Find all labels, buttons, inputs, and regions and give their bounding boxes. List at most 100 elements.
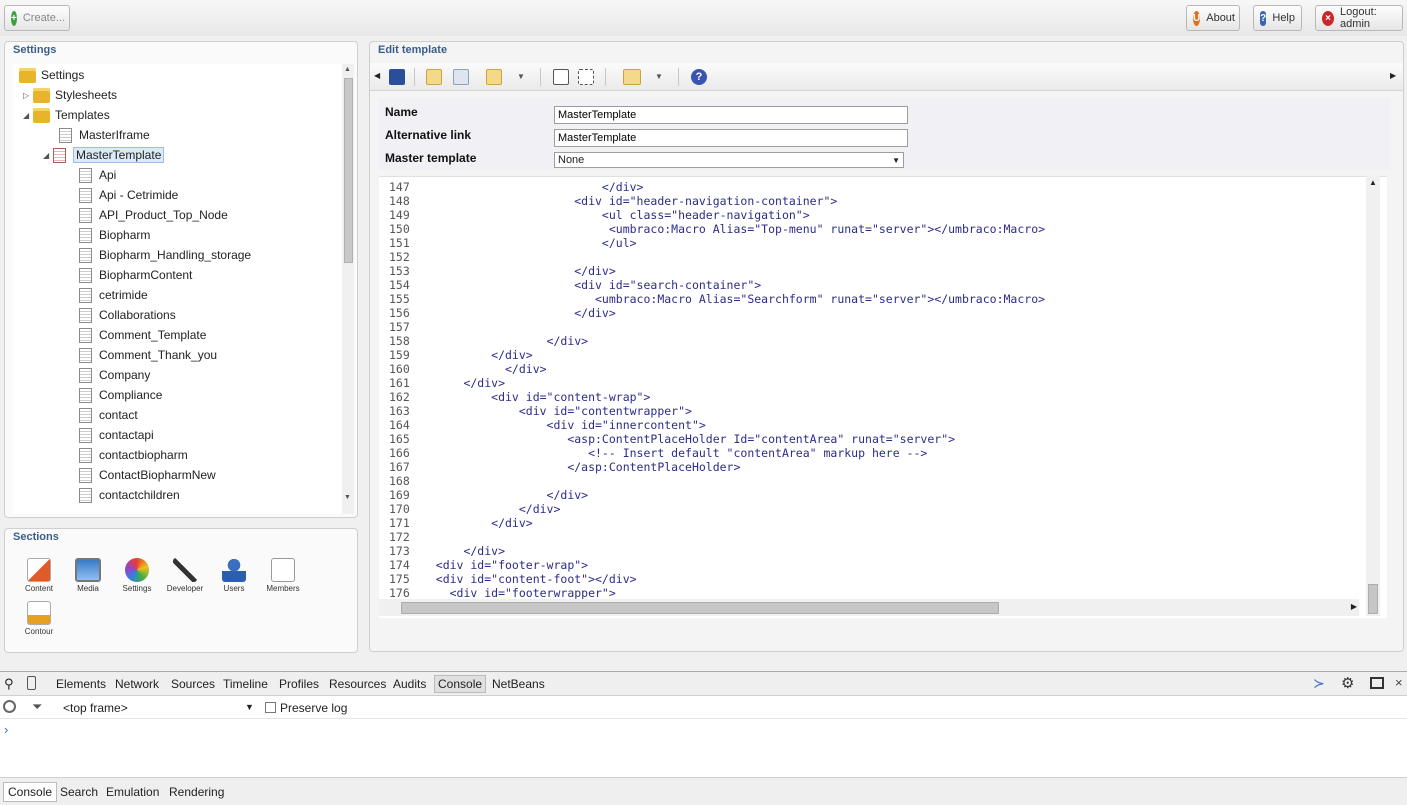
code-line[interactable]: 163 <div id="contentwrapper"> <box>379 404 692 418</box>
vertical-scrollbar-thumb[interactable] <box>1368 584 1378 614</box>
gear-icon[interactable]: ⚙ <box>1341 674 1354 692</box>
tab-sources[interactable]: Sources <box>171 677 215 691</box>
code-line[interactable]: 170 </div> <box>379 502 560 516</box>
insert-field-icon[interactable] <box>426 69 442 85</box>
collapse-arrow-icon[interactable]: ◢ <box>23 111 33 120</box>
code-line[interactable]: 173 </div> <box>379 544 505 558</box>
console-drawer-icon[interactable]: ≻ <box>1313 675 1325 692</box>
code-line[interactable]: 154 <div id="search-container"> <box>379 278 761 292</box>
code-line[interactable]: 165 <asp:ContentPlaceHolder Id="contentA… <box>379 432 955 446</box>
alt-link-field[interactable] <box>554 129 908 147</box>
section-content[interactable]: Content <box>19 558 59 593</box>
code-line[interactable]: 159 </div> <box>379 348 533 362</box>
frame-select[interactable]: <top frame> <box>63 701 128 715</box>
section-media[interactable]: Media <box>68 558 108 593</box>
tree-item-template[interactable]: contactapi <box>79 425 154 445</box>
code-line[interactable]: 169 </div> <box>379 488 588 502</box>
drawer-tab-search[interactable]: Search <box>60 785 98 799</box>
tree-item-template[interactable]: Biopharm <box>79 225 150 245</box>
tree-item-template[interactable]: Collaborations <box>79 305 176 325</box>
tree-item-templates[interactable]: ◢ Templates <box>23 105 110 125</box>
insert-placeholder-icon[interactable] <box>453 69 469 85</box>
dropdown-arrow-icon[interactable]: ▼ <box>655 72 663 81</box>
section-members[interactable]: Members <box>263 558 303 593</box>
tree-item-template[interactable]: Company <box>79 365 150 385</box>
help-icon[interactable]: ? <box>691 69 707 85</box>
console-prompt[interactable]: › <box>4 722 8 737</box>
tab-resources[interactable]: Resources <box>329 677 386 691</box>
code-line[interactable]: 161 </div> <box>379 376 505 390</box>
tab-audits[interactable]: Audits <box>393 677 426 691</box>
tree-item-template[interactable]: contactbiopharm <box>79 445 188 465</box>
tree-item-template[interactable]: cetrimide <box>79 285 148 305</box>
about-button[interactable]: U About <box>1186 5 1240 31</box>
drawer-tab-rendering[interactable]: Rendering <box>169 785 224 799</box>
code-horizontal-scrollbar[interactable]: ▶ <box>379 599 1359 616</box>
insert-snippet-icon[interactable] <box>623 69 641 85</box>
collapse-arrow-icon[interactable]: ◢ <box>43 151 53 160</box>
code-line[interactable]: 166 <!-- Insert default "contentArea" ma… <box>379 446 927 460</box>
code-line[interactable]: 162 <div id="content-wrap"> <box>379 390 650 404</box>
expand-arrow-icon[interactable]: ▷ <box>23 91 33 100</box>
section-settings[interactable]: Settings <box>117 558 157 593</box>
code-vertical-scrollbar[interactable]: ▲ <box>1366 176 1380 616</box>
search-icon[interactable]: ⚲ <box>4 676 14 692</box>
tree-item-template[interactable]: Api <box>79 165 116 185</box>
toolbar-left-arrow-icon[interactable]: ◀ <box>374 71 380 80</box>
scroll-down-icon[interactable]: ▼ <box>344 494 351 501</box>
tree-item-template[interactable]: Comment_Thank_you <box>79 345 217 365</box>
clear-console-icon[interactable] <box>3 700 16 713</box>
section-users[interactable]: Users <box>214 558 254 593</box>
create-button[interactable]: + Create... <box>4 5 70 31</box>
tree-item-template[interactable]: Biopharm_Handling_storage <box>79 245 251 265</box>
insert-macro-icon[interactable] <box>486 69 502 85</box>
device-mode-icon[interactable] <box>27 676 36 690</box>
tree-scrollbar[interactable]: ▲ ▼ <box>342 64 354 514</box>
code-line[interactable]: 156 </div> <box>379 306 616 320</box>
help-button[interactable]: ? Help <box>1253 5 1302 31</box>
drawer-tab-console[interactable]: Console <box>3 782 58 802</box>
tab-timeline[interactable]: Timeline <box>223 677 268 691</box>
code-line[interactable]: 149 <ul class="header-navigation"> <box>379 208 810 222</box>
tree-scrollbar-thumb[interactable] <box>344 78 353 263</box>
code-line[interactable]: 174 <div id="footer-wrap"> <box>379 558 588 572</box>
tree-item-template[interactable]: Comment_Template <box>79 325 206 345</box>
tree-item-masteriframe[interactable]: MasterIframe <box>59 125 150 145</box>
tree-item-settings[interactable]: Settings <box>19 65 84 85</box>
scroll-right-icon[interactable]: ▶ <box>1351 602 1357 611</box>
insert-content-placeholder-icon[interactable] <box>578 69 594 85</box>
section-contour[interactable]: Contour <box>19 601 59 636</box>
tree-item-template[interactable]: contact <box>79 405 138 425</box>
tab-console[interactable]: Console <box>434 675 487 693</box>
logout-button[interactable]: × Logout: admin <box>1315 5 1403 31</box>
tree-item-template[interactable]: Api - Cetrimide <box>79 185 178 205</box>
tree-item-mastertemplate[interactable]: ◢ MasterTemplate <box>43 145 165 165</box>
tree-item-template[interactable]: ContactBiopharmNew <box>79 465 216 485</box>
code-line[interactable]: 171 </div> <box>379 516 533 530</box>
toolbar-right-arrow-icon[interactable]: ▶ <box>1390 71 1396 80</box>
tree-item-template[interactable]: contactchildren <box>79 485 180 505</box>
save-icon[interactable] <box>389 69 405 85</box>
code-line[interactable]: 157 <box>379 320 415 334</box>
code-editor[interactable]: 147 </div> 148 <div id="header-navigation… <box>379 176 1387 618</box>
tree-item-stylesheets[interactable]: ▷ Stylesheets <box>23 85 117 105</box>
tree-item-template[interactable]: Compliance <box>79 385 162 405</box>
code-line[interactable]: 158 </div> <box>379 334 588 348</box>
code-line[interactable]: 168 <box>379 474 415 488</box>
code-line[interactable]: 176 <div id="footerwrapper"> <box>379 586 616 600</box>
insert-content-area-icon[interactable] <box>553 69 569 85</box>
code-line[interactable]: 148 <div id="header-navigation-container… <box>379 194 837 208</box>
code-line[interactable]: 151 </ul> <box>379 236 637 250</box>
code-line[interactable]: 147 </div> <box>379 180 643 194</box>
filter-icon[interactable]: ⏷ <box>32 699 42 715</box>
tree-item-template[interactable]: API_Product_Top_Node <box>79 205 228 225</box>
section-developer[interactable]: Developer <box>165 558 205 593</box>
horizontal-scrollbar-thumb[interactable] <box>401 602 999 614</box>
code-line[interactable]: 175 <div id="content-foot"></div> <box>379 572 637 586</box>
code-line[interactable]: 155 <umbraco:Macro Alias="Searchform" ru… <box>379 292 1045 306</box>
scroll-up-icon[interactable]: ▲ <box>1369 178 1377 187</box>
tree-item-template[interactable]: BiopharmContent <box>79 265 192 285</box>
tab-network[interactable]: Network <box>115 677 159 691</box>
tab-profiles[interactable]: Profiles <box>279 677 319 691</box>
dock-icon[interactable] <box>1370 677 1384 689</box>
